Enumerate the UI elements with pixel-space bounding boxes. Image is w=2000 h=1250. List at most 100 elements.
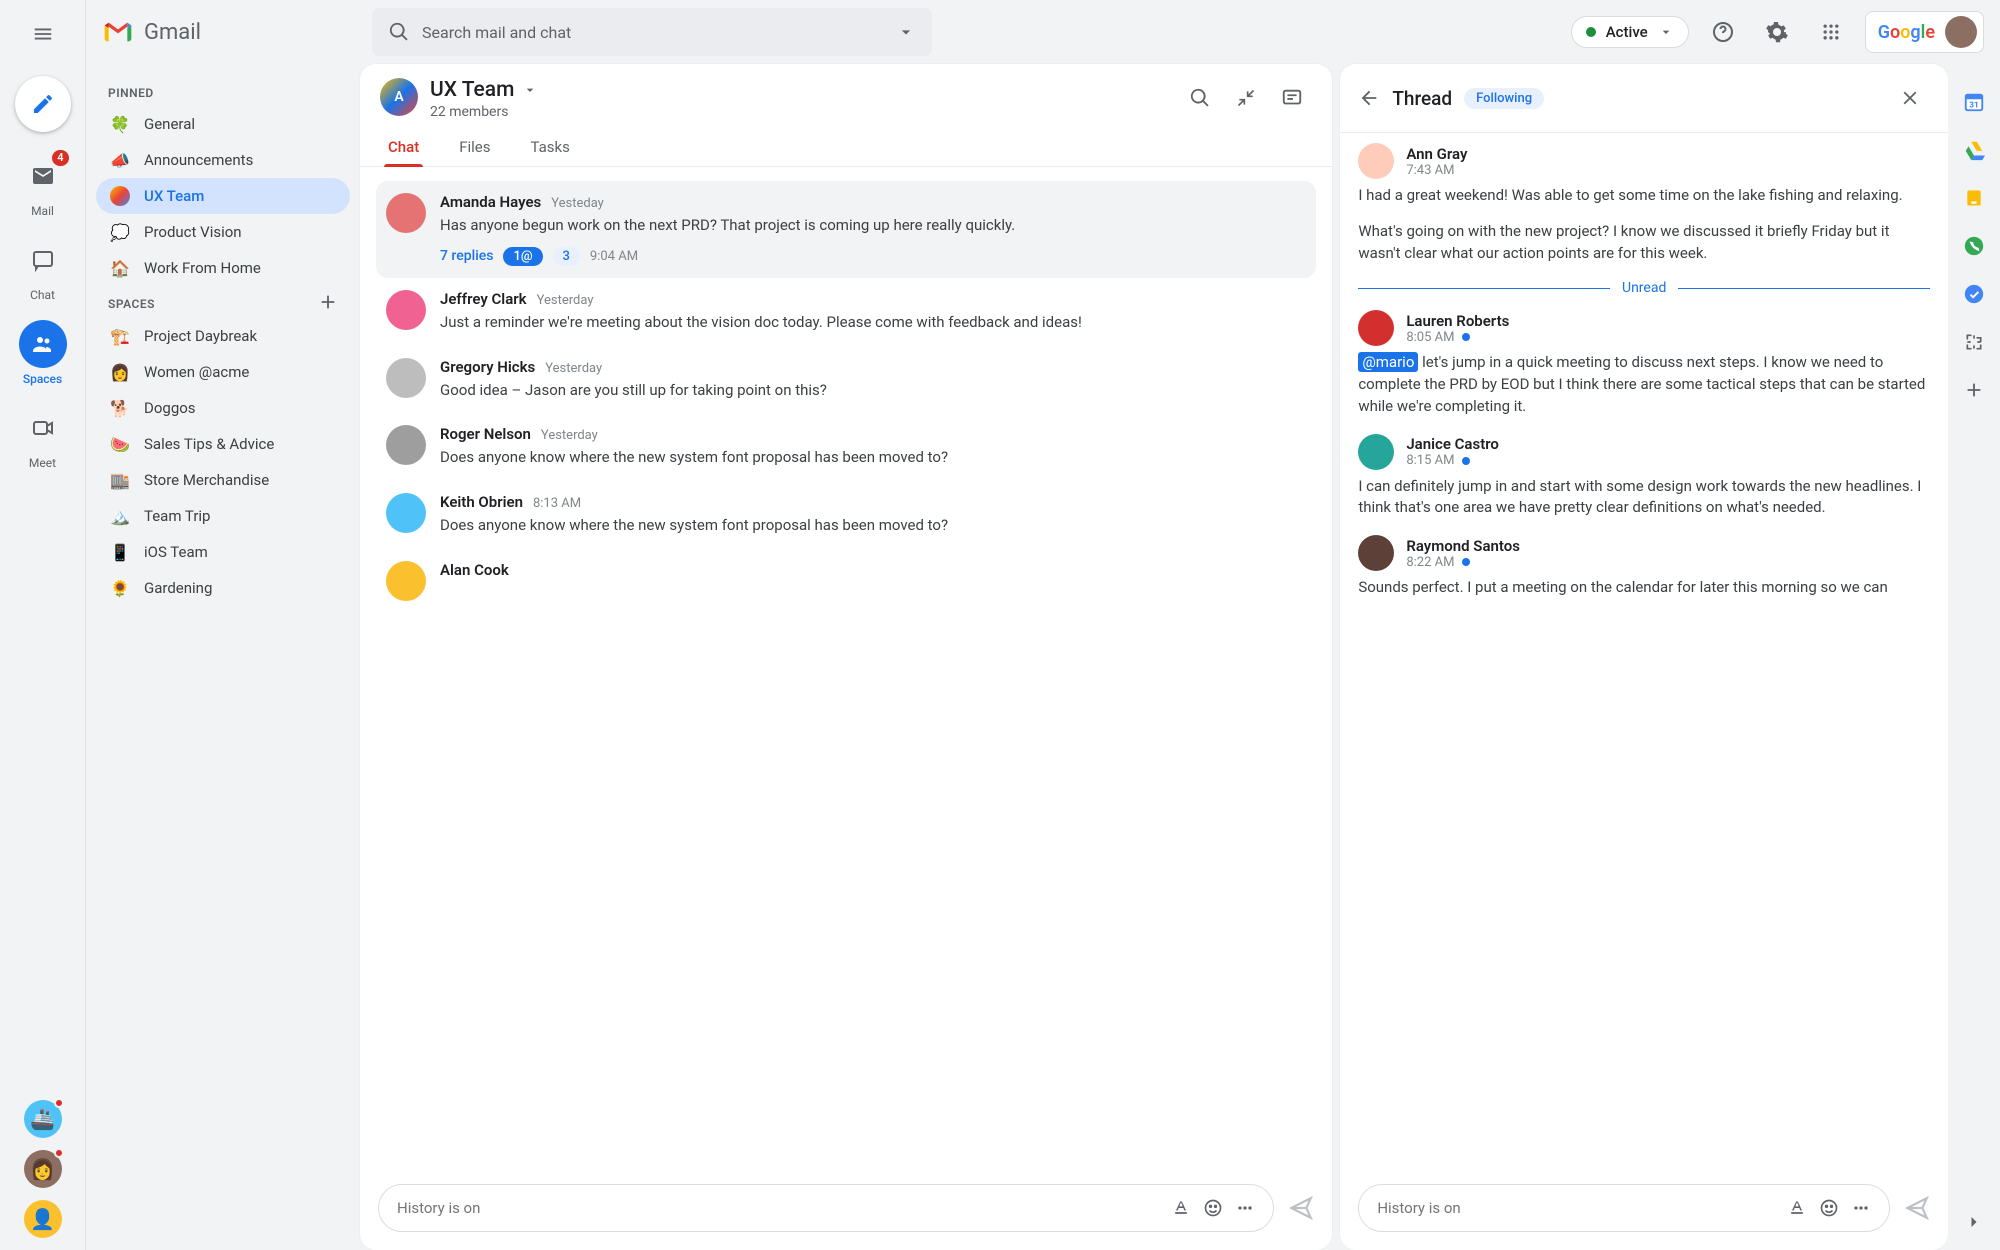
space-subtitle: 22 members — [430, 104, 538, 120]
thread-message[interactable]: Lauren Roberts8:05 AM@mario let's jump i… — [1358, 310, 1930, 417]
sidebar-item[interactable]: 🏔️Team Trip — [96, 498, 350, 534]
message[interactable]: Gregory HicksYesterdayGood idea – Jason … — [376, 346, 1316, 414]
back-arrow-icon[interactable] — [1358, 87, 1380, 109]
space-title[interactable]: UX Team — [430, 78, 538, 102]
calendar-app-icon[interactable]: 31 — [1962, 90, 1986, 114]
message-avatar — [386, 561, 426, 601]
following-chip[interactable]: Following — [1464, 88, 1544, 109]
mini-avatar-2[interactable]: 👩 — [24, 1150, 62, 1188]
message-time: Yesteday — [551, 196, 604, 211]
sidebar-heading-spaces: SPACES — [96, 287, 167, 317]
space-search-button[interactable] — [1180, 78, 1220, 118]
search-icon — [1189, 87, 1211, 109]
tab-files[interactable]: Files — [455, 130, 494, 166]
logo-area[interactable]: Gmail — [102, 16, 360, 48]
sidebar-item[interactable]: 💭Product Vision — [96, 214, 350, 250]
sidebar-item[interactable]: 📣Announcements — [96, 142, 350, 178]
more-icon[interactable] — [1851, 1198, 1871, 1218]
message-time: 8:13 AM — [533, 496, 581, 511]
compose-input[interactable] — [397, 1199, 1159, 1217]
thread-avatar — [1358, 434, 1394, 470]
google-account-chip[interactable]: Google — [1865, 11, 1984, 53]
message[interactable]: Jeffrey ClarkYesterdayJust a reminder we… — [376, 278, 1316, 346]
reply-time: 9:04 AM — [590, 249, 638, 264]
more-icon[interactable] — [1235, 1198, 1255, 1218]
sidebar-item[interactable]: 🍉Sales Tips & Advice — [96, 426, 350, 462]
main-menu-button[interactable] — [19, 10, 67, 58]
add-space-button[interactable] — [312, 286, 344, 318]
sidebar-item[interactable]: UX Team — [96, 178, 350, 214]
sidebar-item[interactable]: 👩Women @acme — [96, 354, 350, 390]
sidebar-item[interactable]: 🏬Store Merchandise — [96, 462, 350, 498]
format-icon[interactable] — [1171, 1198, 1191, 1218]
settings-button[interactable] — [1757, 12, 1797, 52]
mention-chip[interactable]: @mario — [1358, 352, 1418, 372]
left-rail: 4 Mail Chat Spaces Meet — [0, 0, 86, 1250]
tab-chat[interactable]: Chat — [384, 130, 423, 166]
rail-mail[interactable]: 4 Mail — [8, 152, 78, 218]
sidebar-item-label: UX Team — [144, 187, 204, 205]
emoji-icon[interactable] — [1203, 1198, 1223, 1218]
compose-button[interactable] — [15, 76, 71, 132]
open-thread-button[interactable] — [1272, 78, 1312, 118]
user-avatar[interactable] — [1945, 16, 1977, 48]
sidebar-item[interactable]: 🏠Work From Home — [96, 250, 350, 286]
replies-link[interactable]: 7 replies — [440, 248, 493, 264]
thread-message[interactable]: Raymond Santos8:22 AMSounds perfect. I p… — [1358, 535, 1930, 599]
message[interactable]: Alan Cook — [376, 549, 1316, 613]
keep-app-icon[interactable] — [1962, 186, 1986, 210]
status-dot-icon — [1586, 27, 1596, 37]
sidebar-item[interactable]: 🍀General — [96, 106, 350, 142]
content-row: A UX Team 22 members — [360, 64, 1948, 1250]
thread-author: Janice Castro — [1406, 435, 1499, 453]
rail-spaces[interactable]: Spaces — [8, 320, 78, 386]
addons-icon[interactable] — [1962, 330, 1986, 354]
apps-button[interactable] — [1811, 12, 1851, 52]
collapse-button[interactable] — [1226, 78, 1266, 118]
message[interactable]: Keith Obrien8:13 AMDoes anyone know wher… — [376, 481, 1316, 549]
rail-chat[interactable]: Chat — [8, 236, 78, 302]
compose-box[interactable] — [378, 1184, 1274, 1232]
thread-message[interactable]: Ann Gray7:43 AMI had a great weekend! Wa… — [1358, 143, 1930, 264]
sidebar-item-icon: 👩 — [110, 362, 130, 382]
emoji-icon[interactable] — [1819, 1198, 1839, 1218]
send-icon[interactable] — [1904, 1195, 1930, 1221]
rail-meet[interactable]: Meet — [8, 404, 78, 470]
chevron-down-icon[interactable] — [896, 22, 916, 42]
message-author: Jeffrey Clark — [440, 290, 527, 308]
tab-tasks[interactable]: Tasks — [527, 130, 574, 166]
search-bar[interactable] — [372, 8, 932, 56]
thread-text: What's going on with the new project? I … — [1358, 221, 1930, 265]
mini-avatar-1[interactable]: 🚢 — [24, 1100, 62, 1138]
thread-avatar — [1358, 535, 1394, 571]
sidebar-item-label: Gardening — [144, 579, 212, 597]
message[interactable]: Roger NelsonYesterdayDoes anyone know wh… — [376, 413, 1316, 481]
thread-message[interactable]: Janice Castro8:15 AMI can definitely jum… — [1358, 434, 1930, 520]
sidebar-item-label: Project Daybreak — [144, 327, 257, 345]
message-time: Yesterday — [537, 293, 594, 308]
mini-avatar-3[interactable]: 👤 — [24, 1200, 62, 1238]
tasks-app-icon[interactable] — [1962, 282, 1986, 306]
drive-app-icon[interactable] — [1962, 138, 1986, 162]
thread-time: 7:43 AM — [1406, 163, 1467, 178]
format-icon[interactable] — [1787, 1198, 1807, 1218]
message[interactable]: Amanda HayesYestedayHas anyone begun wor… — [376, 181, 1316, 278]
add-app-icon[interactable] — [1962, 378, 1986, 402]
close-thread-button[interactable] — [1890, 78, 1930, 118]
sidebar-item[interactable]: 📱iOS Team — [96, 534, 350, 570]
sidebar-item[interactable]: 🏗️Project Daybreak — [96, 318, 350, 354]
thread-compose-input[interactable] — [1377, 1199, 1775, 1217]
chat-icon — [31, 248, 55, 272]
show-side-panel-icon[interactable] — [1962, 1210, 1986, 1234]
sidebar-item[interactable]: 🌻Gardening — [96, 570, 350, 606]
search-input[interactable] — [422, 23, 884, 42]
unread-count-badge: 3 — [553, 247, 580, 266]
thread-compose-box[interactable] — [1358, 1184, 1890, 1232]
send-icon[interactable] — [1288, 1195, 1314, 1221]
thread-panel: Thread Following Ann Gray7:43 AMI had a … — [1340, 64, 1948, 1250]
sidebar-item-icon: 📱 — [110, 542, 130, 562]
status-pill[interactable]: Active — [1571, 16, 1689, 48]
help-button[interactable] — [1703, 12, 1743, 52]
voice-app-icon[interactable] — [1962, 234, 1986, 258]
sidebar-item[interactable]: 🐕Doggos — [96, 390, 350, 426]
